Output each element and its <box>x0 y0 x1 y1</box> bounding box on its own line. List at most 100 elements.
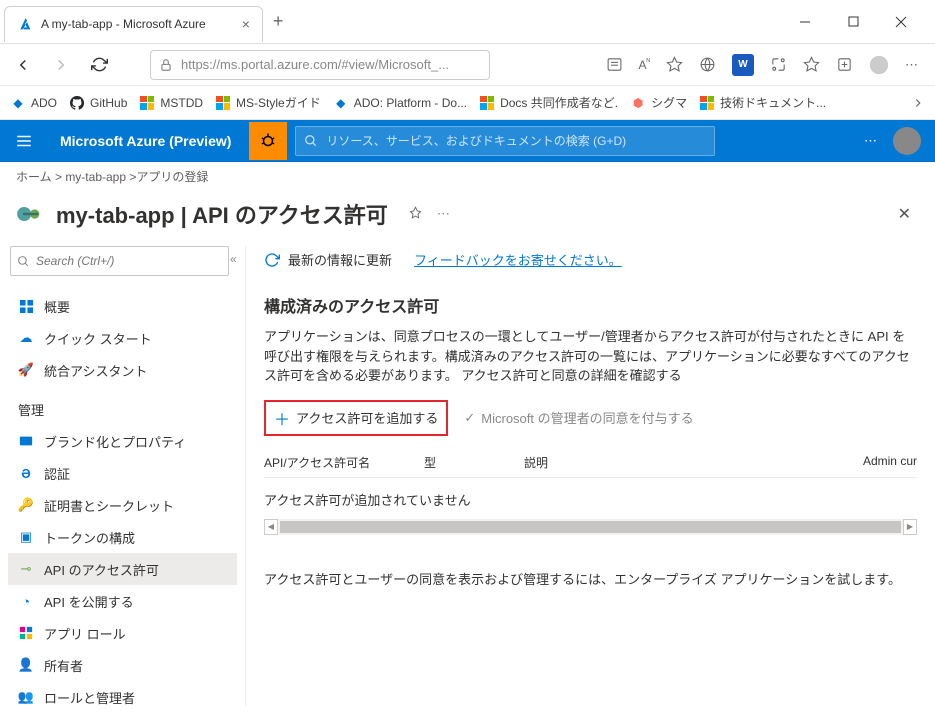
scroll-left-icon[interactable]: ◀ <box>264 519 278 535</box>
bookmark-overflow[interactable] <box>911 96 925 110</box>
quickstart-icon: ☁ <box>18 330 34 346</box>
favorite-icon[interactable] <box>803 56 820 73</box>
refresh-button[interactable] <box>84 50 114 80</box>
browser-toolbar: Aᴺ W ⋯ <box>606 54 927 76</box>
roles-icon: 👥 <box>18 689 34 705</box>
sidebar-search[interactable] <box>10 246 229 276</box>
pin-icon[interactable] <box>408 206 423 221</box>
bookmark-sigma[interactable]: ⬢シグマ <box>630 94 687 111</box>
new-tab-button[interactable]: + <box>273 11 284 32</box>
empty-permissions-message: アクセス許可が追加されていません <box>264 478 917 517</box>
auth-icon: Ә <box>18 465 34 481</box>
section-description: アプリケーションは、同意プロセスの一環としてユーザー/管理者からアクセス許可が付… <box>264 327 917 386</box>
browser-tab[interactable]: A my-tab-app - Microsoft Azure × <box>4 6 263 42</box>
page-title-row: my-tab-app | API のアクセス許可 ⋯ ✕ <box>0 190 935 246</box>
bookmark-adoplatform[interactable]: ◆ADO: Platform - Do... <box>333 95 467 111</box>
address-bar-row: https://ms.portal.azure.com/#view/Micros… <box>0 44 935 86</box>
column-type[interactable]: 型 <box>424 454 524 471</box>
permissions-table-header: API/アクセス許可名 型 説明 Admin cur <box>264 446 917 478</box>
checkmark-icon: ✓ <box>464 410 475 426</box>
title-more-icon[interactable]: ⋯ <box>437 206 451 222</box>
column-admin[interactable]: Admin cur <box>837 454 917 471</box>
footer-note: アクセス許可とユーザーの同意を表示および管理するには、エンタープライズ アプリケ… <box>264 535 917 622</box>
close-panel-button[interactable]: ✕ <box>898 204 919 224</box>
column-api-name[interactable]: API/アクセス許可名 <box>264 454 424 471</box>
azure-search-box[interactable] <box>295 126 715 156</box>
azure-header-right: ⋯ <box>864 127 935 155</box>
approle-icon <box>18 625 34 641</box>
app-registration-icon <box>16 200 44 228</box>
expose-icon: ◔ <box>18 593 34 609</box>
bug-icon <box>259 132 277 150</box>
sidebar-item-quickstart[interactable]: ☁ クイック スタート <box>8 322 237 354</box>
globe-icon[interactable] <box>699 56 716 73</box>
header-more-icon[interactable]: ⋯ <box>864 133 879 149</box>
section-title: 構成済みのアクセス許可 <box>264 287 917 327</box>
sidebar-item-roles[interactable]: 👥 ロールと管理者 <box>8 681 237 713</box>
toolbar-row: 最新の情報に更新 フィードバックをお寄せください。 <box>264 246 917 287</box>
sidebar-item-api-permissions[interactable]: ⊸ API のアクセス許可 <box>8 553 237 585</box>
sidebar-item-integration[interactable]: 🚀 統合アシスタント <box>8 354 237 386</box>
back-button[interactable] <box>8 50 38 80</box>
add-permission-button[interactable]: ＋ アクセス許可を追加する <box>264 400 448 436</box>
bookmark-mstdd[interactable]: MSTDD <box>139 95 203 111</box>
collapse-sidebar-icon[interactable]: « <box>230 252 237 266</box>
sidebar: « 概要 ☁ クイック スタート 🚀 統合アシスタント 管理 ブランド化とプロパ… <box>0 246 246 706</box>
learn-more-link[interactable]: アクセス許可と同意の詳細を確認する <box>461 368 681 383</box>
sidebar-item-auth[interactable]: Ә 認証 <box>8 457 237 489</box>
azure-brand[interactable]: Microsoft Azure (Preview) <box>48 133 243 149</box>
search-icon <box>17 255 30 268</box>
minimize-button[interactable] <box>783 7 827 37</box>
word-badge-icon[interactable]: W <box>732 54 754 76</box>
bookmark-docs[interactable]: Docs 共同作成者など. <box>479 94 618 111</box>
url-text: https://ms.portal.azure.com/#view/Micros… <box>181 57 481 72</box>
sidebar-item-tokens[interactable]: ▣ トークンの構成 <box>8 521 237 553</box>
sidebar-item-app-roles[interactable]: アプリ ロール <box>8 617 237 649</box>
profile-icon[interactable] <box>869 55 889 75</box>
page-title: my-tab-app | API のアクセス許可 <box>56 198 388 230</box>
close-window-button[interactable] <box>879 7 923 37</box>
bookmark-github[interactable]: GitHub <box>69 95 127 111</box>
rocket-icon: 🚀 <box>18 362 34 378</box>
text-size-icon[interactable]: Aᴺ <box>639 57 650 72</box>
main-content: 最新の情報に更新 フィードバックをお寄せください。 構成済みのアクセス許可 アプ… <box>246 246 935 706</box>
sidebar-section-manage: 管理 <box>8 386 237 425</box>
bookmark-ado[interactable]: ◆ADO <box>10 95 57 111</box>
window-controls <box>783 7 931 37</box>
feedback-link[interactable]: フィードバックをお寄せください。 <box>414 250 622 269</box>
sidebar-item-expose-api[interactable]: ◔ API を公開する <box>8 585 237 617</box>
sidebar-item-owners[interactable]: 👤 所有者 <box>8 649 237 681</box>
horizontal-scrollbar[interactable]: ◀ ▶ <box>264 519 917 535</box>
lock-icon <box>159 58 173 72</box>
grant-admin-consent-button[interactable]: ✓ Microsoft の管理者の同意を付与する <box>464 408 693 427</box>
browser-tab-row: A my-tab-app - Microsoft Azure × + <box>0 0 935 44</box>
azure-search-input[interactable] <box>326 134 706 148</box>
scroll-right-icon[interactable]: ▶ <box>903 519 917 535</box>
user-avatar[interactable] <box>893 127 921 155</box>
actions-row: ＋ アクセス許可を追加する ✓ Microsoft の管理者の同意を付与する <box>264 386 917 446</box>
url-bar[interactable]: https://ms.portal.azure.com/#view/Micros… <box>150 50 490 80</box>
column-description[interactable]: 説明 <box>524 454 837 471</box>
collections-icon[interactable] <box>836 56 853 73</box>
bookmark-msstyle[interactable]: MS-Styleガイド <box>215 94 321 111</box>
bookmark-tech[interactable]: 技術ドキュメント... <box>699 94 826 111</box>
refresh-label[interactable]: 最新の情報に更新 <box>288 250 392 269</box>
sidebar-item-overview[interactable]: 概要 <box>8 290 237 322</box>
breadcrumb[interactable]: ホーム > my-tab-app >アプリの登録 <box>0 162 935 190</box>
maximize-button[interactable] <box>831 7 875 37</box>
forward-button[interactable] <box>46 50 76 80</box>
sidebar-search-input[interactable] <box>36 254 222 268</box>
sidebar-item-branding[interactable]: ブランド化とプロパティ <box>8 425 237 457</box>
extension-icon[interactable] <box>770 56 787 73</box>
tab-title: A my-tab-app - Microsoft Azure <box>41 17 206 31</box>
hamburger-menu[interactable] <box>0 120 48 162</box>
refresh-icon[interactable] <box>264 252 280 268</box>
branding-icon <box>18 433 34 449</box>
reader-icon[interactable] <box>606 56 623 73</box>
star-icon[interactable] <box>666 56 683 73</box>
tab-close-icon[interactable]: × <box>242 16 250 32</box>
azure-icon <box>17 16 33 32</box>
preview-bug-button[interactable] <box>249 122 287 160</box>
more-icon[interactable]: ⋯ <box>905 57 919 73</box>
sidebar-item-certs[interactable]: 🔑 証明書とシークレット <box>8 489 237 521</box>
